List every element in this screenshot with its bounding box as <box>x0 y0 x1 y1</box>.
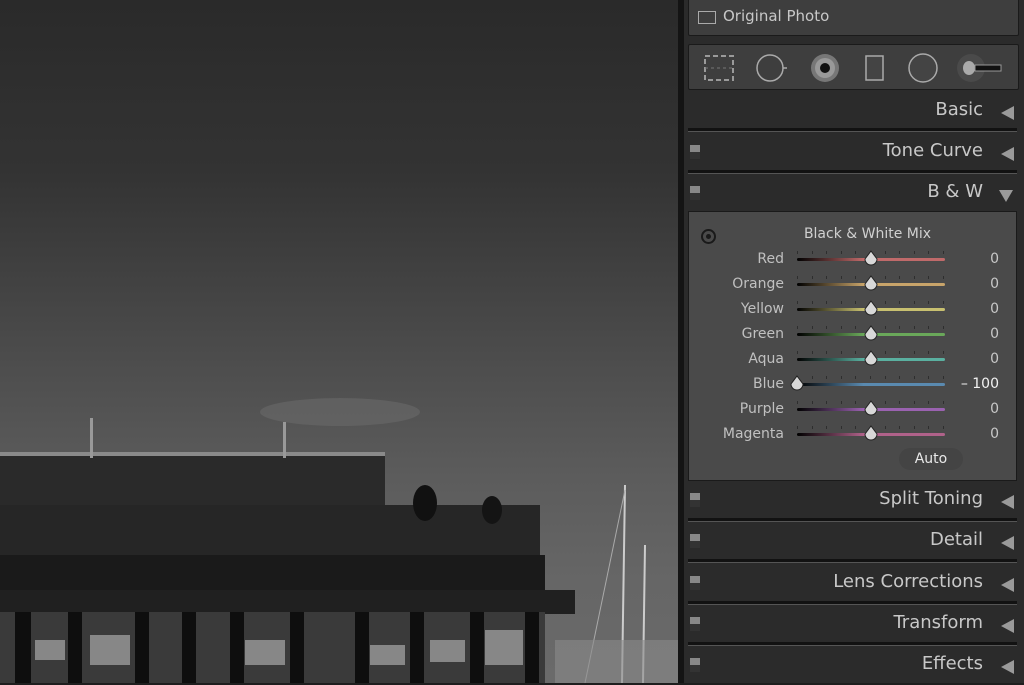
slider-label: Blue <box>753 376 784 392</box>
slider-label: Red <box>757 251 784 267</box>
adjustment-brush-tool-button[interactable] <box>957 54 1005 82</box>
panel-switch-toggle[interactable] <box>690 616 700 631</box>
section-header-tone-curve[interactable]: Tone Curve <box>684 135 1024 172</box>
collapsed-triangle-icon <box>1001 660 1014 675</box>
slider-row-blue: Blue – 100 <box>689 372 1016 397</box>
slider-label: Green <box>741 326 784 342</box>
slider-value[interactable]: 0 <box>990 426 999 442</box>
section-divider <box>688 600 1017 605</box>
section-divider <box>688 128 1017 132</box>
slider-thumb[interactable] <box>863 300 879 316</box>
slider-thumb[interactable] <box>789 375 805 391</box>
slider-row-purple: Purple 0 <box>689 397 1016 422</box>
slider-label: Yellow <box>740 301 784 317</box>
frame-icon <box>698 11 716 24</box>
section-title: Basic <box>935 99 983 120</box>
section-divider <box>688 518 1017 522</box>
section-title: Detail <box>929 529 983 551</box>
slider-value[interactable]: 0 <box>990 401 999 417</box>
slider-row-green: Green 0 <box>689 322 1016 347</box>
slider-label: Orange <box>732 276 784 292</box>
section-header-basic[interactable]: Basic <box>684 94 1024 131</box>
radial-filter-icon <box>908 53 938 83</box>
section-title: Effects <box>921 653 983 675</box>
slider-value[interactable]: 0 <box>990 351 999 367</box>
slider-thumb[interactable] <box>863 350 879 366</box>
panel-switch-toggle[interactable] <box>690 145 700 159</box>
auto-button[interactable]: Auto <box>899 448 963 470</box>
collapsed-triangle-icon <box>1001 536 1014 551</box>
red-eye-tool-button[interactable] <box>809 54 841 82</box>
slider-value[interactable]: 0 <box>990 276 999 292</box>
tool-strip <box>688 44 1019 90</box>
crop-overlay-tool-button[interactable] <box>703 54 735 82</box>
section-header-bw[interactable]: B & W <box>684 176 1024 213</box>
slider-thumb[interactable] <box>863 275 879 291</box>
original-photo-toggle[interactable]: Original Photo <box>688 0 1019 36</box>
spot-removal-icon <box>756 54 787 82</box>
slider-value[interactable]: – 100 <box>961 376 999 392</box>
panel-switch-toggle[interactable] <box>690 534 700 549</box>
slider-ticks <box>797 376 945 380</box>
slider-thumb[interactable] <box>863 325 879 341</box>
slider-row-aqua: Aqua 0 <box>689 347 1016 372</box>
section-title: Split Toning <box>879 488 983 509</box>
collapsed-triangle-icon <box>1001 618 1014 633</box>
slider-value[interactable]: 0 <box>990 251 999 267</box>
section-title: B & W <box>927 181 983 202</box>
collapsed-triangle-icon <box>1001 106 1014 120</box>
slider-label: Magenta <box>722 426 784 442</box>
panel-switch-toggle[interactable] <box>690 186 700 200</box>
crop-icon <box>704 55 734 81</box>
collapsed-triangle-icon <box>1001 495 1014 509</box>
graduated-filter-icon <box>865 55 884 81</box>
slider-row-yellow: Yellow 0 <box>689 297 1016 322</box>
section-title: Lens Corrections <box>833 570 983 592</box>
slider-value[interactable]: 0 <box>990 301 999 317</box>
slider-track[interactable] <box>797 383 945 386</box>
section-divider <box>688 641 1017 646</box>
slider-thumb[interactable] <box>863 400 879 416</box>
slider-row-red: Red 0 <box>689 247 1016 272</box>
radial-filter-tool-button[interactable] <box>907 53 939 83</box>
section-header-split-toning[interactable]: Split Toning <box>684 483 1024 520</box>
adjustment-brush-icon <box>957 54 1002 82</box>
panel-switch-toggle[interactable] <box>690 493 700 507</box>
section-header-effects[interactable]: Effects <box>684 648 1024 685</box>
slider-thumb[interactable] <box>863 425 879 441</box>
develop-right-panel: Original Photo Basic Tone Curve B & W Bl… <box>684 0 1024 683</box>
collapsed-triangle-icon <box>1001 147 1014 161</box>
slider-thumb[interactable] <box>863 250 879 266</box>
graduated-filter-tool-button[interactable] <box>859 54 891 82</box>
section-divider <box>688 559 1017 564</box>
panel-switch-toggle[interactable] <box>690 658 700 673</box>
slider-value[interactable]: 0 <box>990 326 999 342</box>
section-title: Transform <box>893 611 983 633</box>
slider-row-orange: Orange 0 <box>689 272 1016 297</box>
section-divider <box>688 170 1017 174</box>
section-header-detail[interactable]: Detail <box>684 524 1024 561</box>
panel-switch-toggle[interactable] <box>690 575 700 590</box>
slider-row-magenta: Magenta 0 <box>689 422 1016 447</box>
photo-preview[interactable] <box>0 0 678 683</box>
spot-removal-tool-button[interactable] <box>755 54 787 82</box>
slider-label: Aqua <box>748 351 784 367</box>
collapsed-triangle-icon <box>1001 577 1014 592</box>
section-title: Tone Curve <box>882 140 983 161</box>
slider-label: Purple <box>739 401 784 417</box>
original-photo-label: Original Photo <box>723 7 830 25</box>
bw-mix-panel: Black & White Mix Red 0 Orange 0 Yellow 0G… <box>688 211 1017 481</box>
section-header-lens-corrections[interactable]: Lens Corrections <box>684 566 1024 603</box>
bw-mix-title: Black & White Mix <box>803 226 932 242</box>
photo-image <box>0 398 678 683</box>
expanded-triangle-icon <box>999 190 1013 202</box>
red-eye-icon <box>811 54 839 82</box>
section-header-transform[interactable]: Transform <box>684 607 1024 644</box>
